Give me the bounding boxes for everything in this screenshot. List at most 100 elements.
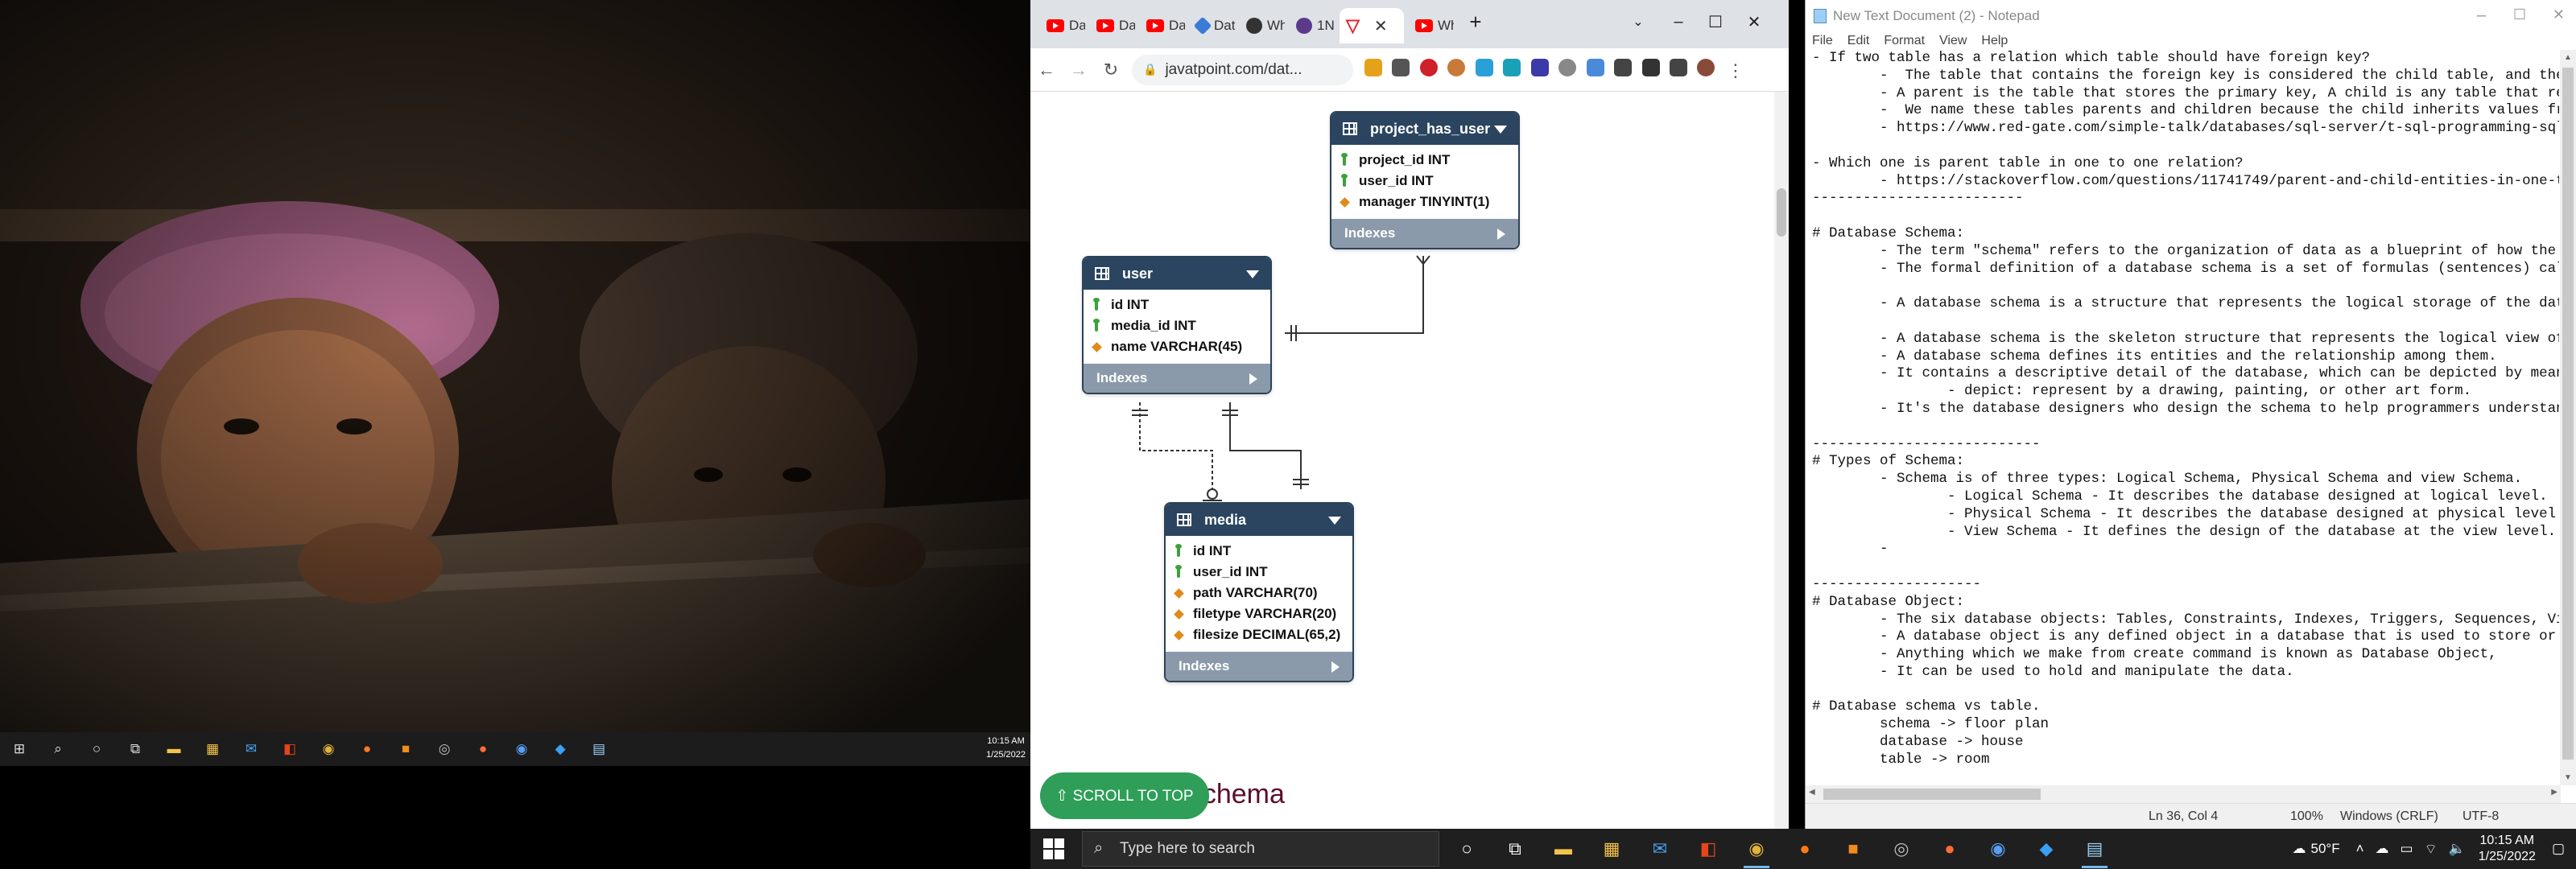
dropdown-caret-icon[interactable] xyxy=(1246,270,1259,278)
menu-format[interactable]: Format xyxy=(1884,34,1925,48)
er-indexes-bar[interactable]: Indexes xyxy=(1331,219,1518,248)
forward-button[interactable]: → xyxy=(1063,54,1095,86)
menu-kebab-icon[interactable]: ⋮ xyxy=(1727,60,1744,80)
extension-icon[interactable] xyxy=(1392,58,1410,76)
er-indexes-bar[interactable]: Indexes xyxy=(1166,652,1352,681)
store-icon[interactable]: ▦ xyxy=(1592,833,1631,865)
reading-list-icon[interactable] xyxy=(1669,58,1687,76)
menu-view[interactable]: View xyxy=(1939,34,1967,48)
office-icon[interactable]: ◧ xyxy=(276,735,303,763)
left-clock[interactable]: 10:15 AM 1/25/2022 xyxy=(986,735,1026,762)
tab-1[interactable]: Dat xyxy=(1090,8,1135,43)
chrome-icon[interactable]: ◉ xyxy=(315,735,342,763)
scrollbar-thumb[interactable] xyxy=(2562,68,2574,760)
app-orange-icon[interactable]: ■ xyxy=(1834,833,1872,865)
new-tab-button[interactable]: + xyxy=(1457,6,1494,37)
network-icon[interactable]: ⌔ xyxy=(2425,841,2438,858)
er-indexes-bar[interactable]: Indexes xyxy=(1084,364,1270,393)
profile-avatar[interactable] xyxy=(1697,58,1715,76)
scroll-down-arrow-icon[interactable]: ▼ xyxy=(2564,773,2572,782)
onedrive-icon[interactable]: ☁ xyxy=(2376,841,2389,857)
task-view-icon[interactable]: ⧉ xyxy=(122,735,149,763)
app-blue-icon[interactable]: ◉ xyxy=(1979,833,2017,865)
obs-icon[interactable]: ◎ xyxy=(1882,833,1921,865)
taskbar-search-box[interactable]: ⌕ Type here to search xyxy=(1082,831,1439,867)
tab-4[interactable]: Wh xyxy=(1240,8,1285,43)
office-icon[interactable]: ◧ xyxy=(1689,833,1728,865)
extension-icon[interactable] xyxy=(1530,58,1549,76)
back-button[interactable]: ← xyxy=(1030,54,1063,86)
close-window-button[interactable]: ✕ xyxy=(1736,6,1773,37)
volume-icon[interactable]: 🔈 xyxy=(2449,841,2466,857)
extension-icon[interactable] xyxy=(1419,58,1438,76)
tab-0[interactable]: Dat xyxy=(1040,8,1085,43)
minimize-button[interactable]: – xyxy=(2477,6,2486,25)
vscode-icon[interactable]: ◆ xyxy=(547,735,574,763)
battery-icon[interactable]: ▭ xyxy=(2401,841,2413,857)
page-scrollbar[interactable] xyxy=(1774,92,1789,829)
postman-icon[interactable]: ● xyxy=(469,735,497,763)
cortana-icon[interactable]: ○ xyxy=(1447,833,1486,865)
chrome-icon[interactable]: ◉ xyxy=(1737,833,1776,868)
tab-3[interactable]: Dat xyxy=(1190,8,1235,43)
chevron-up-icon[interactable]: ˄ xyxy=(2356,841,2364,857)
er-table-project-has-user[interactable]: project_has_user project_id INT user_id … xyxy=(1330,111,1520,249)
address-bar[interactable]: 🔒 javatpoint.com/dat... xyxy=(1132,54,1353,85)
file-explorer-icon[interactable]: ▬ xyxy=(160,735,188,763)
task-view-icon[interactable]: ⧉ xyxy=(1496,833,1534,865)
cortana-icon[interactable]: ○ xyxy=(83,735,110,763)
close-window-button[interactable]: ✕ xyxy=(2553,6,2565,23)
tab-close-icon[interactable]: ✕ xyxy=(1374,16,1388,36)
app-orange-icon[interactable]: ■ xyxy=(392,735,419,763)
scrollbar-thumb[interactable] xyxy=(1777,188,1786,237)
er-table-media[interactable]: media id INT user_id INT path VARCHAR(70… xyxy=(1164,502,1354,682)
scroll-right-arrow-icon[interactable]: ▶ xyxy=(2551,788,2557,797)
extension-icon[interactable] xyxy=(1586,58,1604,76)
menu-edit[interactable]: Edit xyxy=(1847,34,1870,48)
postman-icon[interactable]: ● xyxy=(1930,833,1969,865)
scroll-to-top-button[interactable]: ⇧ SCROLL TO TOP xyxy=(1040,772,1209,819)
obs-icon[interactable]: ◎ xyxy=(431,735,458,763)
store-icon[interactable]: ▦ xyxy=(199,735,226,763)
puzzle-icon[interactable] xyxy=(1641,58,1660,76)
maximize-button[interactable]: ☐ xyxy=(1697,6,1734,37)
maximize-button[interactable]: ☐ xyxy=(2513,6,2526,23)
scrollbar-thumb[interactable] xyxy=(1823,789,2041,800)
windows-start-icon[interactable] xyxy=(1043,838,1064,859)
tab-2[interactable]: Dat xyxy=(1140,8,1185,43)
notification-icon[interactable]: ▢ xyxy=(2552,841,2565,857)
dropdown-caret-icon[interactable] xyxy=(1494,126,1507,134)
tab-5[interactable]: 1NF xyxy=(1290,8,1335,43)
temperature[interactable]: 50°F xyxy=(2311,841,2340,857)
taskbar-clock[interactable]: 10:15 AM 1/25/2022 xyxy=(2479,833,2536,865)
menu-help[interactable]: Help xyxy=(1981,34,2008,48)
firefox-icon[interactable]: ● xyxy=(1785,833,1824,865)
tab-7[interactable]: Wh xyxy=(1409,8,1454,43)
notepad-text-area[interactable]: - If two table has a relation which tabl… xyxy=(1812,50,2559,785)
er-table-user[interactable]: user id INT media_id INT name VARCHAR(45… xyxy=(1082,256,1272,394)
extension-icon[interactable] xyxy=(1614,58,1633,76)
firefox-icon[interactable]: ● xyxy=(353,735,381,763)
notepad-icon[interactable]: ▤ xyxy=(2075,833,2114,868)
notepad-vertical-scrollbar[interactable]: ▲ ▼ xyxy=(2560,50,2576,785)
extension-icon[interactable] xyxy=(1558,58,1577,76)
vscode-icon[interactable]: ◆ xyxy=(2027,833,2066,865)
scroll-left-arrow-icon[interactable]: ◀ xyxy=(1809,788,1815,797)
extension-icon[interactable] xyxy=(1364,58,1382,76)
minimize-button[interactable]: – xyxy=(1660,6,1697,37)
extension-icon[interactable] xyxy=(1503,58,1521,76)
reload-button[interactable]: ↻ xyxy=(1095,54,1127,86)
weather-cloud-icon[interactable]: ☁ xyxy=(2293,841,2306,857)
notepad-horizontal-scrollbar[interactable]: ◀ ▶ xyxy=(1806,785,2561,803)
dropdown-caret-icon[interactable] xyxy=(1328,517,1341,525)
search-icon[interactable]: ⌕ xyxy=(44,735,72,763)
menu-file[interactable]: File xyxy=(1812,34,1833,48)
mail-icon[interactable]: ✉ xyxy=(237,735,265,763)
notepad-icon[interactable]: ▤ xyxy=(585,735,613,763)
start-icon[interactable]: ⊞ xyxy=(6,735,33,763)
app-blue-icon[interactable]: ◉ xyxy=(508,735,535,763)
tab-search-chevron-icon[interactable]: ⌄ xyxy=(1620,6,1657,37)
extension-icon[interactable] xyxy=(1447,58,1466,76)
extension-icon[interactable] xyxy=(1475,58,1493,76)
tab-6-active[interactable]: ▽ ✕ xyxy=(1340,8,1404,43)
